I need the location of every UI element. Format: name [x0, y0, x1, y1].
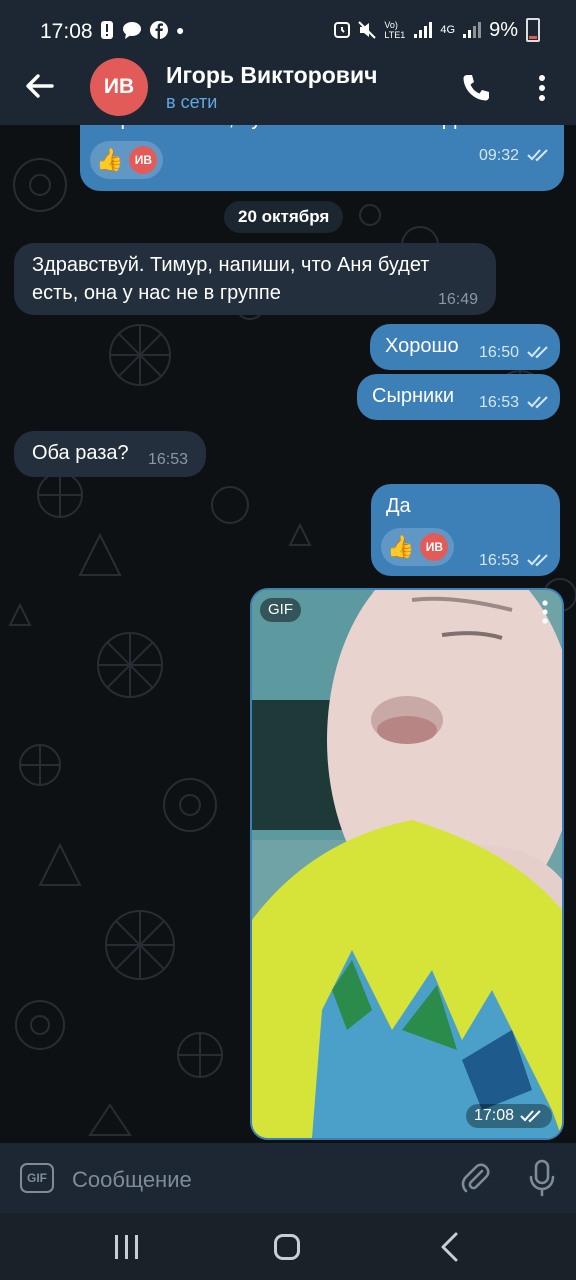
message-outgoing[interactable]: Да 👍 ИВ 16:53: [371, 484, 560, 576]
message-text: Вероняновкой, Кукленко и Сисоевой Даши: [96, 125, 495, 133]
message-time: 16:53: [148, 451, 189, 468]
message-time: 16:53: [479, 394, 520, 411]
battery-level: 9%: [489, 18, 518, 41]
message-outgoing[interactable]: Сырники 16:53: [357, 374, 560, 420]
reaction[interactable]: 👍 ИВ: [381, 528, 455, 566]
double-check-icon: [527, 346, 548, 359]
reaction-avatar: ИВ: [420, 533, 449, 561]
compose-bar: GIF: [0, 1143, 576, 1213]
status-bar: 17:08 ● Vo) LTE1 4G 9%: [0, 0, 576, 62]
facebook-icon: [150, 21, 168, 39]
message-time: 17:08: [473, 1107, 514, 1124]
message-text: Да: [386, 495, 411, 517]
mute-icon: [358, 21, 377, 39]
more-vertical-icon[interactable]: [538, 598, 552, 626]
notification-icons: ●: [100, 20, 184, 40]
microphone-icon[interactable]: [526, 1159, 558, 1197]
back-arrow-icon[interactable]: [22, 68, 58, 104]
double-check-icon: [527, 149, 548, 162]
signal-icon: [414, 22, 433, 38]
thumbs-up-icon: 👍: [387, 534, 415, 559]
alert-icon: [101, 21, 113, 39]
message-list[interactable]: Вероняновкой, Кукленко и Сисоевой Даши 👍…: [0, 125, 576, 1143]
message-time: 09:32: [479, 147, 520, 164]
message-outgoing[interactable]: Вероняновкой, Кукленко и Сисоевой Даши 👍…: [80, 125, 564, 191]
double-check-icon: [520, 1110, 541, 1123]
system-nav-bar: [0, 1213, 576, 1280]
battery-icon: [526, 18, 540, 42]
phone-icon[interactable]: [458, 70, 494, 106]
message-input[interactable]: [70, 1161, 434, 1199]
reaction[interactable]: 👍 ИВ: [90, 141, 164, 179]
chat-header: ИВ Игорь Викторович в сети: [0, 58, 576, 125]
double-check-icon: [527, 396, 548, 409]
message-text: Оба раза?: [32, 442, 129, 464]
gif-button[interactable]: GIF: [20, 1163, 54, 1193]
message-incoming[interactable]: Оба раза? 16:53: [14, 431, 206, 477]
attach-icon[interactable]: [458, 1161, 492, 1195]
chat-title[interactable]: Игорь Викторович: [166, 62, 377, 89]
double-check-icon: [527, 554, 548, 567]
message-text: Здравствуй. Тимур, напиши, что Аня будет…: [32, 254, 430, 304]
signal2-icon: [463, 22, 482, 38]
system-icons: Vo) LTE1 4G 9%: [334, 18, 540, 42]
message-incoming[interactable]: Здравствуй. Тимур, напиши, что Аня будет…: [14, 243, 496, 315]
gif-image: [252, 590, 562, 1138]
online-status: в сети: [166, 92, 218, 112]
thumbs-up-icon: 👍: [96, 147, 124, 172]
message-text: Хорошо: [385, 335, 459, 357]
alarm-icon: [334, 22, 351, 38]
home-icon[interactable]: [274, 1234, 300, 1260]
dot-icon: ●: [176, 22, 185, 38]
message-time-overlay: 17:08: [465, 1104, 552, 1128]
gif-message[interactable]: GIF 17:08: [250, 588, 564, 1140]
status-time: 17:08: [40, 20, 93, 43]
avatar[interactable]: ИВ: [90, 58, 148, 116]
recent-apps-icon[interactable]: [112, 1233, 142, 1261]
volte-label: Vo) LTE1: [384, 20, 406, 40]
message-time: 16:50: [479, 344, 520, 361]
message-outgoing[interactable]: Хорошо 16:50: [370, 324, 560, 370]
more-vertical-icon[interactable]: [530, 72, 554, 104]
message-time: 16:49: [438, 291, 479, 308]
gif-badge: GIF: [260, 598, 301, 622]
message-time: 16:53: [479, 552, 520, 569]
back-chevron-icon[interactable]: [436, 1231, 464, 1263]
reaction-avatar: ИВ: [129, 146, 158, 174]
network-label: 4G: [440, 24, 456, 36]
date-separator: 20 октября: [224, 201, 344, 233]
chat-notification-icon: [123, 22, 141, 39]
message-text: Сырники: [372, 385, 455, 407]
